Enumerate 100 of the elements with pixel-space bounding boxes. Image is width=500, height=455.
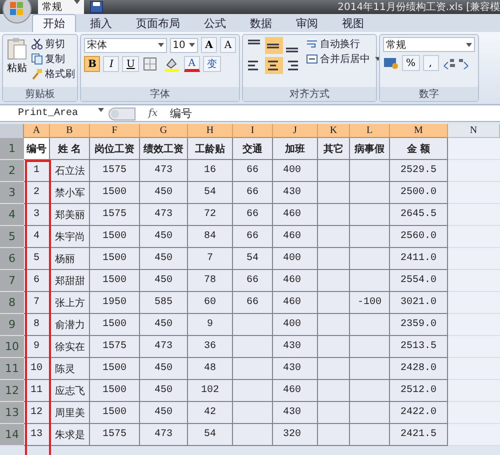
table-cell: 430 [273,358,318,380]
table-cell: 郑美丽 [50,204,90,226]
row-header[interactable]: 9 [0,314,24,336]
column-header[interactable]: L [350,124,390,138]
table-cell: 473 [140,424,188,446]
empty-cell [318,380,350,402]
shrink-font-button[interactable]: A [220,37,236,53]
wrap-text-button[interactable]: 自动换行 [306,37,381,51]
ribbon-tab[interactable]: 开始 [32,14,76,32]
table-cell: 1500 [90,402,140,424]
column-header[interactable]: J [273,124,318,138]
header-cell: 病事假 [350,138,390,160]
comma-button[interactable]: , [422,55,439,71]
column-header[interactable]: B [50,124,90,138]
ribbon-tab[interactable]: 视图 [332,15,374,32]
table-cell: 66 [233,270,273,292]
column-header[interactable]: A [24,124,50,138]
font-style-button[interactable]: U [122,56,139,72]
column-header[interactable]: G [140,124,188,138]
empty-cell [318,204,350,226]
row-header[interactable]: 10 [0,336,24,358]
column-header[interactable]: N [448,124,500,138]
empty-cell [233,380,273,402]
format-painter-button[interactable]: 格式刷 [31,67,75,81]
row-header[interactable]: 7 [0,270,24,292]
row-header[interactable]: 5 [0,226,24,248]
save-icon[interactable] [90,1,103,13]
row-header[interactable]: 2 [0,160,24,182]
row-header[interactable]: 1 [0,138,24,160]
table-cell: 450 [140,380,188,402]
formula-field[interactable]: 编号 [170,106,192,121]
zoom-handle-icon [108,106,136,120]
row-header[interactable]: 11 [0,358,24,380]
ribbon-tab[interactable]: 审阅 [286,15,328,32]
fill-color-icon[interactable] [162,56,181,72]
row-header[interactable]: 6 [0,248,24,270]
table-cell: 1575 [90,204,140,226]
number-format-dropdown[interactable]: 常规 [383,37,475,52]
caret-icon [466,42,472,46]
phonetic-button[interactable]: 变 [202,56,221,72]
caret-icon [158,43,164,47]
ribbon-tab[interactable]: 公式 [194,15,236,32]
column-header[interactable]: H [188,124,233,138]
caret-icon [98,108,104,112]
empty-cell [350,160,390,182]
ribbon-tab[interactable]: 页面布局 [126,15,190,32]
font-style-button[interactable]: I [103,56,120,72]
empty-cell [350,424,390,446]
header-cell: 交通 [233,138,273,160]
cut-button[interactable]: 剪切 [31,37,75,51]
table-cell: 1500 [90,248,140,270]
table-cell: 6 [24,270,50,292]
column-header[interactable]: M [390,124,448,138]
group-label: 数字 [380,87,478,101]
table-cell: 42 [188,402,233,424]
column-header[interactable]: K [318,124,350,138]
row-header[interactable]: 3 [0,182,24,204]
table-cell: 66 [233,292,273,314]
table-cell: 周里美 [50,402,90,424]
column-header[interactable]: F [90,124,140,138]
header-cell: 岗位工资 [90,138,140,160]
table-cell: 54 [188,424,233,446]
table-cell: 1500 [90,270,140,292]
align-icon[interactable] [265,37,283,54]
percent-button[interactable]: % [402,55,420,71]
font-color-button[interactable]: A [184,56,200,72]
empty-cell [318,358,350,380]
row-header[interactable]: 12 [0,380,24,402]
empty-cell [318,160,350,182]
row-header[interactable]: 4 [0,204,24,226]
paste-button[interactable]: 粘贴 [6,37,28,81]
table-cell: 1575 [90,336,140,358]
empty-cell [350,380,390,402]
header-cell: 编号 [24,138,50,160]
empty-cell [233,424,273,446]
grow-font-button[interactable]: A [201,37,217,53]
copy-button[interactable]: 复制 [31,52,75,66]
table-cell: 1575 [90,424,140,446]
header-cell: 工龄贴 [188,138,233,160]
ribbon-tab[interactable]: 数据 [240,15,282,32]
empty-cell [318,248,350,270]
empty-cell [318,182,350,204]
font-name-dropdown[interactable]: 宋体 [84,38,167,52]
group-label: 字体 [81,87,239,101]
name-box[interactable]: Print_Area [0,108,104,119]
empty-cell [318,270,350,292]
ribbon-tab[interactable]: 插入 [80,15,122,32]
row-header[interactable]: 13 [0,402,24,424]
row-header[interactable]: 8 [0,292,24,314]
currency-icon[interactable] [383,56,399,70]
row-header[interactable]: 14 [0,424,24,446]
merge-center-button[interactable]: 合并后居中 [306,52,381,66]
table-cell: 12 [24,402,50,424]
column-header[interactable]: I [233,124,273,138]
insert-function-button[interactable]: fx [140,108,166,119]
align-icon[interactable] [265,57,283,74]
style-dropdown[interactable]: 常规 [38,0,84,14]
font-style-button[interactable]: B [84,56,100,72]
font-size-dropdown[interactable]: 10 [170,38,198,52]
clipboard-icon [6,37,28,61]
